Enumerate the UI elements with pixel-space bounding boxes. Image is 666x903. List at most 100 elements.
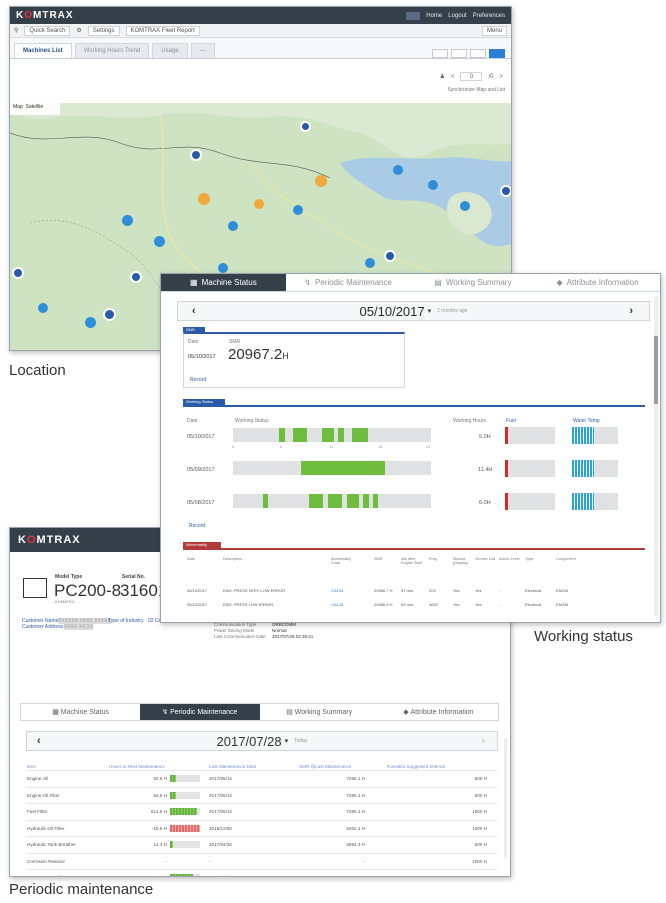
current-date[interactable]: 2017/07/28: [217, 734, 282, 749]
ab-header-cell[interactable]: Action Level: [499, 557, 523, 561]
map-marker[interactable]: [300, 121, 311, 132]
hours-to-next: 14.3 H: [153, 842, 167, 847]
prev-date-button[interactable]: ‹: [37, 735, 41, 747]
date-navigator: ‹ 2017/07/28 ▾ Today ›: [26, 731, 498, 751]
map-cluster-marker[interactable]: [254, 199, 264, 209]
next-date-button[interactable]: ›: [629, 305, 633, 317]
top-nav: Home Logout Preferences: [406, 11, 505, 20]
page-input[interactable]: 0: [460, 72, 483, 81]
machine-icon: ▦: [190, 278, 198, 287]
map-marker[interactable]: [500, 185, 511, 197]
table-row[interactable]: Engine Oil Filter 62.5 H 2017/06/12 7286.1 …: [27, 788, 497, 804]
view-split-button[interactable]: [470, 49, 486, 58]
view-grid-button[interactable]: [451, 49, 467, 58]
tab-usage[interactable]: Usage: [152, 43, 188, 58]
last-comm-label: Last Communication Date: [214, 634, 266, 639]
suggested-interval: 1000 H: [472, 825, 487, 831]
map-cluster-marker[interactable]: [198, 193, 210, 205]
chevron-down-icon[interactable]: ▾: [428, 307, 432, 315]
map-cluster-marker[interactable]: [393, 165, 403, 175]
map-cluster-marker[interactable]: [460, 201, 470, 211]
tab-attribute-information[interactable]: ◆ Attribute Information: [535, 274, 660, 291]
abnormality-code-link[interactable]: CA135: [331, 602, 343, 607]
nav-logout[interactable]: Logout: [448, 13, 466, 19]
prev-date-button[interactable]: ‹: [192, 305, 196, 317]
map-type-toggle[interactable]: Map Satellite: [13, 104, 43, 110]
ab-header-cell[interactable]: Date: [187, 557, 211, 561]
fleet-report-button[interactable]: KOMTRAX Fleet Report: [125, 25, 200, 36]
tab-periodic-maintenance[interactable]: ↯ Periodic Maintenance: [140, 704, 260, 720]
sync-map-list-label[interactable]: Synchronize Map and List: [447, 87, 505, 93]
map-marker[interactable]: [103, 308, 116, 321]
ws-record-link[interactable]: Record: [189, 523, 205, 529]
next-date-button[interactable]: ›: [481, 735, 485, 747]
smr-at-last: 6694.3 H: [346, 842, 365, 847]
smr-record-link[interactable]: Record: [190, 377, 206, 383]
ab-header-cell[interactable]: Type: [525, 557, 549, 561]
tab-machines-list[interactable]: Machines List: [14, 43, 72, 58]
table-row[interactable]: Fuel Filter 612.5 H 2017/06/12 7286.1 H 1000…: [27, 804, 497, 821]
tab-machine-status[interactable]: ▦ Machine Status: [161, 274, 286, 291]
smr-at-last: 7286.1 H: [346, 809, 365, 814]
map-cluster-marker[interactable]: [154, 236, 165, 247]
current-date[interactable]: 05/10/2017: [360, 304, 425, 319]
table-row[interactable]: Damper Case Oil 701.6 H 2017/05/22 7177.2 H…: [27, 870, 497, 876]
tab-working-summary[interactable]: ▤ Working Summary: [411, 274, 536, 291]
nav-home[interactable]: Home: [426, 13, 442, 19]
view-list-button[interactable]: [432, 49, 448, 58]
tab-attribute-information[interactable]: ◆ Attribute Information: [379, 704, 498, 720]
map-cluster-marker[interactable]: [228, 221, 238, 231]
map-marker[interactable]: [130, 271, 142, 283]
nav-preferences[interactable]: Preferences: [473, 13, 505, 19]
tab-working-summary[interactable]: ▤ Working Summary: [260, 704, 379, 720]
table-row[interactable]: Hydraulic Tank Breather 14.3 H 2017/04/25 6…: [27, 837, 497, 854]
ab-header-cell[interactable]: Monitor (Display): [453, 557, 477, 565]
tab-working-hours-trend[interactable]: Working Hours Trend: [74, 43, 150, 58]
view-map-button[interactable]: [489, 49, 505, 58]
model-type-label: Model Type: [55, 574, 83, 580]
map-cluster-marker[interactable]: [293, 205, 303, 215]
menu-button[interactable]: Menu: [481, 25, 507, 36]
ab-cell: Yes: [475, 602, 482, 607]
scrollbar[interactable]: [654, 296, 658, 616]
map-cluster-marker[interactable]: [365, 258, 375, 268]
table-row[interactable]: Hydraulic Oil Filter -15.6 H 2016/12/90 646…: [27, 821, 497, 837]
last-comm-value: 2017/07/28 02:39:21: [272, 634, 314, 639]
ab-header-cell[interactable]: Idle after Engine Start: [401, 557, 425, 565]
ab-header-cell[interactable]: Service Call: [475, 557, 499, 561]
scrollbar-thumb[interactable]: [654, 336, 658, 404]
ab-header-cell[interactable]: Abnormality Code: [331, 557, 355, 565]
scrollbar[interactable]: [504, 738, 507, 858]
fuel-gauge: [505, 460, 555, 477]
map-marker[interactable]: [384, 250, 396, 262]
abnormality-code-link[interactable]: CA234: [331, 588, 343, 593]
map-marker[interactable]: [190, 149, 202, 161]
map-cluster-marker[interactable]: [428, 180, 438, 190]
chevron-down-icon[interactable]: ▾: [285, 737, 289, 745]
flag-button[interactable]: [406, 11, 421, 20]
next-page-button[interactable]: >: [499, 74, 503, 80]
ab-header-cell[interactable]: SMR: [374, 557, 398, 561]
ws-header-fuel: Fuel: [506, 418, 516, 424]
map-cluster-marker[interactable]: [38, 303, 48, 313]
ab-header-cell[interactable]: Freq: [429, 557, 453, 561]
tab-machine-status[interactable]: ▦ Machine Status: [21, 704, 140, 720]
map-marker[interactable]: [12, 267, 24, 279]
settings-button[interactable]: Settings: [87, 25, 120, 36]
table-row[interactable]: Corrosion Resistor - - - 1000 H: [27, 854, 497, 870]
item-name: Corrosion Resistor: [27, 858, 66, 864]
map-cluster-marker[interactable]: [122, 215, 133, 226]
table-row[interactable]: Engine Oil 62.5 H 2017/06/12 7286.1 H 500 H: [27, 771, 497, 788]
fuel-gauge: [505, 427, 555, 444]
ab-header-cell[interactable]: Component: [556, 557, 580, 561]
ab-header-cell[interactable]: Description: [223, 557, 313, 561]
map-cluster-marker[interactable]: [218, 263, 228, 273]
tab-add-button[interactable]: —: [190, 43, 215, 58]
map-cluster-marker[interactable]: [85, 317, 96, 328]
prev-page-button[interactable]: <: [451, 74, 455, 80]
tab-periodic-maintenance[interactable]: ↯ Periodic Maintenance: [286, 274, 411, 291]
quick-search-button[interactable]: Quick Search: [24, 25, 71, 36]
map-cluster-marker[interactable]: [315, 175, 327, 187]
suggested-interval: 1000 H: [472, 858, 487, 864]
smr-date-label: Date: [188, 339, 199, 345]
